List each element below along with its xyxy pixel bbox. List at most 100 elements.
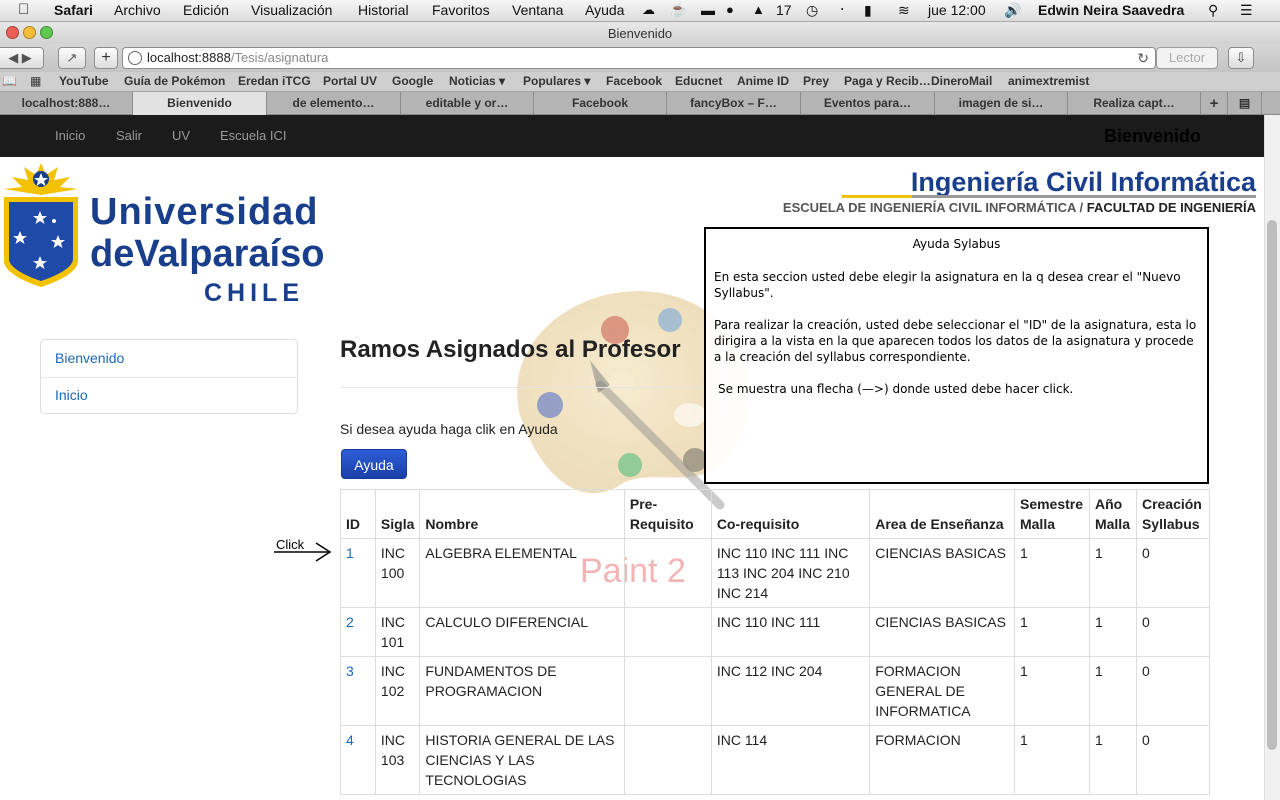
menu-edicion[interactable]: Edición bbox=[183, 2, 229, 18]
bookmark-item[interactable]: Facebook bbox=[606, 74, 662, 88]
nav-escuela-ici[interactable]: Escuela ICI bbox=[220, 128, 286, 143]
nav-salir[interactable]: Salir bbox=[116, 128, 142, 143]
adobe-icon[interactable]: ▲ bbox=[752, 2, 765, 17]
help-popup-paragraph: En esta seccion usted debe elegir la asi… bbox=[714, 270, 1181, 300]
page-scrollbar-thumb[interactable] bbox=[1267, 220, 1277, 750]
cell-corequisito: INC 114 bbox=[710, 725, 871, 795]
menu-historial[interactable]: Historial bbox=[358, 2, 409, 18]
bookmark-folder[interactable]: Noticias ▾ bbox=[449, 74, 505, 88]
tab-overview-icon[interactable]: ▤ bbox=[1228, 92, 1262, 115]
reader-button[interactable]: Lector bbox=[1156, 47, 1218, 69]
coffee-icon[interactable]: ☕ bbox=[670, 2, 686, 18]
course-id-link[interactable]: 4 bbox=[340, 725, 376, 795]
tab[interactable]: de elemento… bbox=[267, 92, 401, 115]
share-button[interactable]: ↗ bbox=[58, 47, 86, 69]
time-machine-icon[interactable]: ◷ bbox=[806, 2, 818, 19]
table-row: 2 INC 101 CALCULO DIFERENCIAL INC 110 IN… bbox=[340, 607, 1211, 657]
tab-active[interactable]: Bienvenido bbox=[133, 92, 267, 115]
bookmark-item[interactable]: YouTube bbox=[59, 74, 109, 88]
volume-icon[interactable]: 🔊 bbox=[1004, 2, 1021, 19]
address-bar[interactable]: localhost:8888/Tesis/asignatura ↻ bbox=[122, 47, 1156, 69]
cell-prerequisito bbox=[623, 607, 712, 657]
menu-favoritos[interactable]: Favoritos bbox=[432, 2, 490, 18]
course-id-link[interactable]: 1 bbox=[340, 538, 376, 608]
bookmark-item[interactable]: Paga y Recib… bbox=[844, 74, 931, 88]
cell-semestre: 1 bbox=[1013, 725, 1090, 795]
menu-archivo[interactable]: Archivo bbox=[114, 2, 161, 18]
status-count[interactable]: 17 bbox=[776, 2, 792, 18]
spotlight-icon[interactable]: ⚲ bbox=[1208, 2, 1218, 19]
new-tab-plus-icon[interactable]: + bbox=[1201, 92, 1228, 115]
bookmark-item[interactable]: Anime ID bbox=[737, 74, 789, 88]
cell-sigla: INC 102 bbox=[374, 656, 421, 726]
bookmark-folder[interactable]: Populares ▾ bbox=[523, 74, 590, 88]
help-popup-title: Ayuda Sylabus bbox=[912, 237, 1001, 251]
cell-prerequisito bbox=[623, 538, 712, 608]
wifi-icon[interactable]: ≋ bbox=[898, 2, 910, 19]
battery-strip-icon[interactable]: ▬ bbox=[701, 2, 715, 18]
bookmark-item[interactable]: Guía de Pokémon bbox=[124, 74, 225, 88]
cell-prerequisito bbox=[623, 725, 712, 795]
reading-list-icon[interactable]: 📖 bbox=[2, 74, 17, 88]
browser-toolbar: ◀ ▶ ↗ + localhost:8888/Tesis/asignatura … bbox=[0, 44, 1280, 72]
cell-prerequisito bbox=[623, 656, 712, 726]
col-header-anio: Año Malla bbox=[1088, 489, 1137, 539]
cell-area: FORMACION GENERAL DE INFORMATICA bbox=[869, 656, 1015, 726]
notification-center-icon[interactable]: ☰ bbox=[1240, 2, 1253, 19]
new-tab-button[interactable]: + bbox=[94, 47, 118, 69]
top-sites-icon[interactable]: ▦ bbox=[30, 74, 41, 88]
col-header-sigla: Sigla bbox=[374, 489, 421, 539]
tab[interactable]: imagen de si… bbox=[935, 92, 1068, 115]
help-popup: Ayuda Sylabus En esta seccion usted debe… bbox=[704, 227, 1209, 484]
tab[interactable]: editable y or… bbox=[401, 92, 534, 115]
tab[interactable]: localhost:888… bbox=[0, 92, 133, 115]
bookmark-item[interactable]: DineroMail bbox=[931, 74, 992, 88]
apple-menu-icon[interactable]:  bbox=[18, 1, 29, 18]
col-header-nombre: Nombre bbox=[419, 489, 625, 539]
nav-inicio[interactable]: Inicio bbox=[55, 128, 85, 143]
cell-sigla: INC 100 bbox=[374, 538, 421, 608]
clock[interactable]: jue 12:00 bbox=[928, 2, 986, 18]
sidenav-inicio[interactable]: Inicio bbox=[55, 387, 88, 403]
menu-ventana[interactable]: Ventana bbox=[512, 2, 563, 18]
bookmark-item[interactable]: Eredan iTCG bbox=[238, 74, 311, 88]
nav-uv[interactable]: UV bbox=[172, 128, 190, 143]
tab[interactable]: Facebook bbox=[534, 92, 667, 115]
sidenav-divider bbox=[41, 377, 297, 378]
bookmark-item[interactable]: Educnet bbox=[675, 74, 722, 88]
navbar-brand[interactable]: Bienvenido bbox=[1104, 126, 1201, 147]
cell-creacion: 0 bbox=[1135, 725, 1211, 795]
menu-ayuda[interactable]: Ayuda bbox=[585, 2, 624, 18]
col-header-corequisito: Co-requisito bbox=[710, 489, 871, 539]
cell-anio: 1 bbox=[1088, 538, 1137, 608]
user-name[interactable]: Edwin Neira Saavedra bbox=[1038, 2, 1184, 18]
bluetooth-icon[interactable]: ᛫ bbox=[838, 2, 846, 18]
url-host: localhost:8888 bbox=[147, 50, 231, 65]
reload-icon[interactable]: ↻ bbox=[1137, 48, 1149, 68]
dictation-icon[interactable]: ● bbox=[726, 2, 734, 17]
back-forward-button[interactable]: ◀ ▶ bbox=[0, 47, 44, 69]
cell-semestre: 1 bbox=[1013, 607, 1090, 657]
cell-nombre: HISTORIA GENERAL DE LAS CIENCIAS Y LAS T… bbox=[419, 725, 625, 795]
bookmark-item[interactable]: animextremist bbox=[1008, 74, 1089, 88]
bookmark-item[interactable]: Portal UV bbox=[323, 74, 377, 88]
uv-logo-line3: CHILE bbox=[204, 279, 304, 307]
cell-semestre: 1 bbox=[1013, 538, 1090, 608]
downloads-icon[interactable]: ⇩ bbox=[1228, 47, 1254, 69]
table-row: 3 INC 102 FUNDAMENTOS DE PROGRAMACION IN… bbox=[340, 656, 1211, 726]
ayuda-button[interactable]: Ayuda bbox=[341, 449, 407, 479]
sidenav-bienvenido[interactable]: Bienvenido bbox=[55, 350, 124, 366]
menu-visualizacion[interactable]: Visualización bbox=[251, 2, 332, 18]
tab[interactable]: Realiza capt… bbox=[1068, 92, 1201, 115]
side-nav: Bienvenido Inicio bbox=[40, 339, 298, 414]
battery-icon[interactable]: ▮ bbox=[864, 2, 872, 19]
bookmark-item[interactable]: Google bbox=[392, 74, 433, 88]
tab[interactable]: fancyBox – F… bbox=[667, 92, 801, 115]
tab[interactable]: Eventos para… bbox=[801, 92, 935, 115]
course-id-link[interactable]: 3 bbox=[340, 656, 376, 726]
course-id-link[interactable]: 2 bbox=[340, 607, 376, 657]
app-menu-safari[interactable]: Safari bbox=[54, 2, 93, 18]
cell-creacion: 0 bbox=[1135, 656, 1211, 726]
status-app-icon[interactable]: ☁ bbox=[642, 2, 655, 18]
bookmark-item[interactable]: Prey bbox=[803, 74, 829, 88]
